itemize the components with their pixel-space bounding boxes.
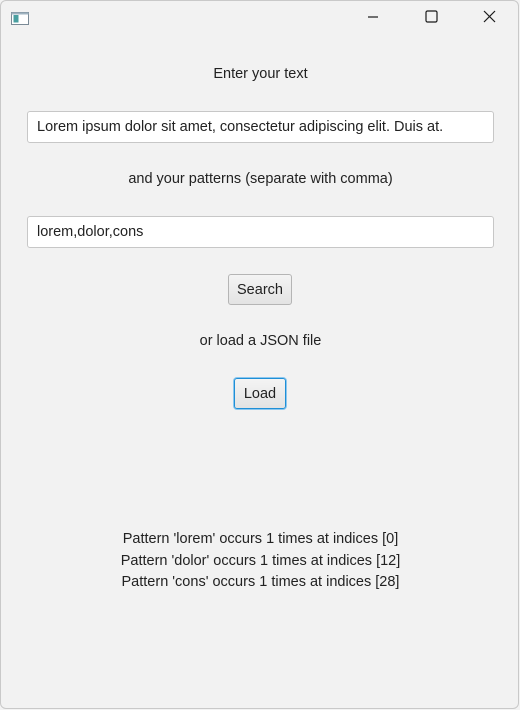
text-input[interactable] [27, 111, 494, 143]
close-icon [483, 10, 496, 28]
title-bar[interactable] [1, 1, 518, 37]
results-list: Pattern 'lorem' occurs 1 times at indice… [1, 529, 520, 594]
load-button[interactable]: Load [234, 378, 286, 409]
result-line: Pattern 'cons' occurs 1 times at indices… [121, 574, 400, 590]
app-window: Enter your text and your patterns (separ… [0, 0, 519, 709]
result-line: Pattern 'dolor' occurs 1 times at indice… [120, 552, 401, 569]
text-prompt-label: Enter your text [213, 66, 308, 82]
close-button[interactable] [460, 1, 518, 37]
search-button[interactable]: Search [228, 274, 292, 305]
minimize-icon [367, 10, 379, 28]
maximize-icon [424, 10, 438, 28]
load-prompt-label: or load a JSON file [199, 333, 322, 349]
minimize-button[interactable] [344, 1, 402, 37]
app-window-icon [11, 12, 29, 25]
maximize-button[interactable] [402, 1, 460, 37]
patterns-input[interactable] [27, 216, 494, 248]
result-line: Pattern 'lorem' occurs 1 times at indice… [122, 531, 399, 547]
patterns-prompt-label: and your patterns (separate with comma) [128, 171, 393, 187]
